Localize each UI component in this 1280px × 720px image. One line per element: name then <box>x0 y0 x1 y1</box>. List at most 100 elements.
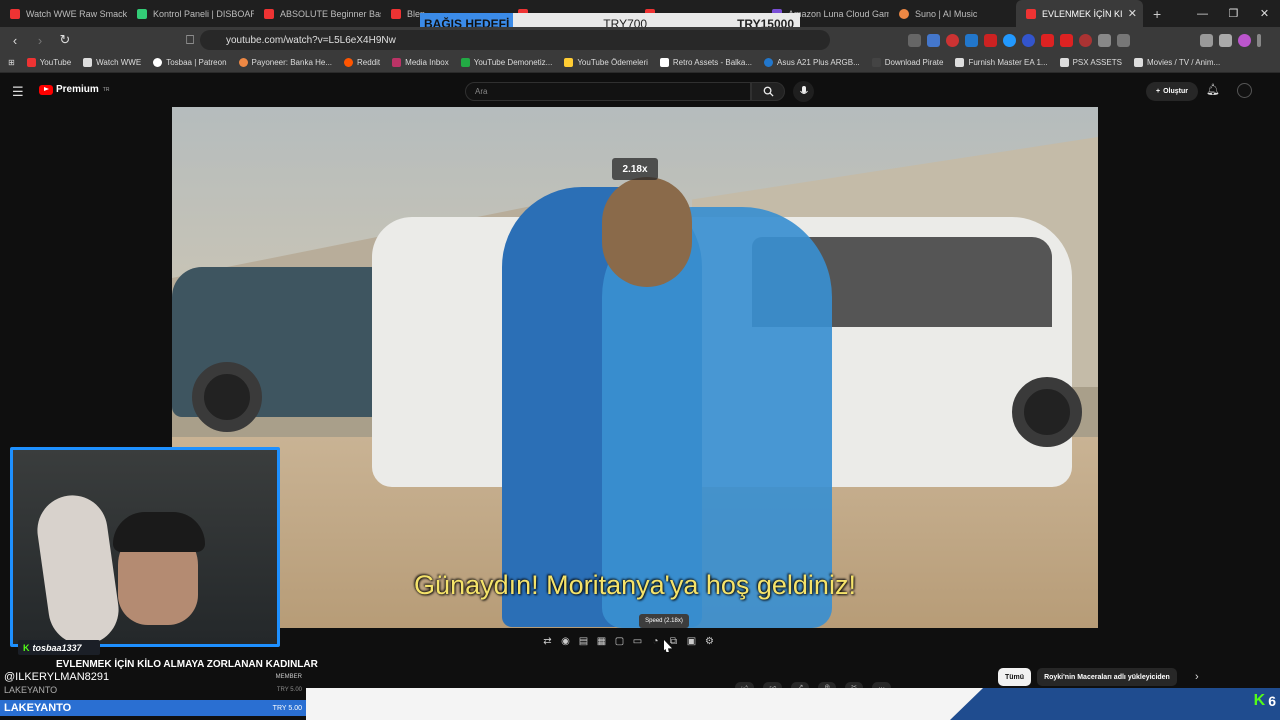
browser-tab-active[interactable]: EVLENMEK İÇİN KI ✕ <box>1016 0 1143 27</box>
search-input[interactable]: Ara <box>465 82 751 101</box>
bookmark-item[interactable]: Retro Assets - Balka... <box>659 58 752 67</box>
browser-tab[interactable]: Kontrol Paneli | DISBOARD <box>127 0 254 27</box>
video-player[interactable] <box>172 107 1098 628</box>
profile-icon[interactable] <box>1238 33 1251 47</box>
bookmark-item[interactable]: Tosbaa | Patreon <box>153 58 227 67</box>
chat-amount: TRY 5.00 <box>276 686 302 693</box>
kick-logo-icon: K <box>23 642 30 653</box>
folder-icon <box>1059 58 1069 67</box>
apps-grid-icon[interactable]: ⊞ <box>8 58 15 67</box>
bookmark-favicon-icon <box>1133 58 1143 67</box>
tab-favicon-icon <box>1026 8 1036 19</box>
tab-favicon-icon <box>137 8 147 19</box>
bookmark-favicon-icon <box>460 58 470 67</box>
plus-icon: + <box>1156 88 1161 95</box>
window-controls: — ❐ ✕ <box>1187 0 1280 27</box>
chat-user: @ILKERYLMAN8291 <box>4 671 110 683</box>
clapperboard-icon[interactable]: ▦ <box>595 635 608 648</box>
maximize-icon[interactable]: ❐ <box>1218 0 1249 27</box>
bookmark-item[interactable]: Download Pirate <box>871 58 943 67</box>
create-button[interactable]: + Oluştur <box>1146 82 1198 101</box>
audio-icon[interactable]: ◉ <box>559 635 572 648</box>
browser-tab[interactable]: Suno | AI Music <box>889 0 1016 27</box>
screenshot-camera-icon[interactable]: ▣ <box>685 635 698 648</box>
hamburger-menu-icon[interactable]: ☰ <box>12 84 24 100</box>
sidebar-icon[interactable] <box>1219 33 1232 47</box>
bookmark-item[interactable]: Media Inbox <box>392 58 449 67</box>
extension-icon[interactable] <box>1079 33 1092 47</box>
bookmarks-bar: ⊞ YouTube Watch WWE Tosbaa | Patreon Pay… <box>0 53 1280 73</box>
menu-icon[interactable] <box>1257 33 1261 47</box>
player-extension-toolbar: ⇄ ◉ ▤ ▦ ▢ ▭ ◔ ⧉ ▣ ⚙ <box>537 632 733 650</box>
bookmark-favicon-icon <box>955 58 965 67</box>
bookmark-favicon-icon <box>26 58 36 67</box>
extension-icon[interactable] <box>1003 33 1016 47</box>
bookmark-item[interactable]: Reddit <box>344 58 380 67</box>
bookmark-item[interactable]: Furnish Master EA 1... <box>955 58 1048 67</box>
notifications-bell-icon[interactable]: 🔔︎ <box>1206 83 1220 96</box>
minimize-icon[interactable]: — <box>1187 0 1218 27</box>
close-window-icon[interactable]: ✕ <box>1249 0 1280 27</box>
chat-badge: MEMBER <box>275 674 302 680</box>
bookmark-item[interactable]: YouTube <box>26 58 71 67</box>
bookmark-item[interactable]: Watch WWE <box>83 58 141 67</box>
url-text: youtube.com/watch?v=L5L6eX4H9Nw <box>226 34 396 46</box>
bookmark-folder[interactable]: PSX ASSETS <box>1059 58 1122 67</box>
webcam-streamer-hair <box>113 512 205 552</box>
extension-icon[interactable] <box>965 33 978 47</box>
browser-tab[interactable]: ABSOLUTE Beginner Basic <box>254 0 381 27</box>
tab-favicon-icon <box>10 8 20 19</box>
extension-icon[interactable] <box>927 33 940 47</box>
frame-icon[interactable]: ▢ <box>613 635 626 648</box>
extension-icon[interactable] <box>908 33 921 47</box>
kick-logo-icon: K <box>1253 692 1266 709</box>
extension-icon[interactable] <box>1041 33 1054 47</box>
forward-icon[interactable]: › <box>30 30 50 50</box>
extension-icon[interactable] <box>984 33 997 47</box>
chat-message-highlight: LAKEYANTO TRY 5.00 <box>0 700 306 716</box>
extension-icon[interactable] <box>1022 33 1035 47</box>
extension-icon[interactable] <box>1060 33 1073 47</box>
media-icon[interactable] <box>1200 33 1213 47</box>
settings-gear-icon[interactable]: ⚙ <box>703 635 716 648</box>
playlist-icon[interactable]: ▤ <box>577 635 590 648</box>
stream-footer-accent <box>950 688 1280 720</box>
extension-icon[interactable] <box>1117 33 1130 47</box>
theater-icon[interactable]: ▭ <box>631 635 644 648</box>
bookmark-item[interactable]: Payoneer: Banka He... <box>238 58 332 67</box>
close-tab-icon[interactable]: ✕ <box>1128 7 1137 20</box>
bookmark-item[interactable]: Movies / TV / Anim... <box>1133 58 1220 67</box>
bookmark-favicon-icon <box>153 58 163 67</box>
tab-favicon-icon <box>391 8 401 19</box>
reload-icon[interactable]: ↻ <box>55 30 75 50</box>
chat-user: LAKEYANTO <box>4 702 72 714</box>
viewer-count: K6 <box>1253 692 1276 709</box>
search-button[interactable] <box>751 82 785 101</box>
bookmark-favicon-icon <box>564 58 574 67</box>
toolbar-right <box>1200 27 1261 53</box>
extensions-area <box>908 27 1130 53</box>
loop-icon[interactable]: ⇄ <box>541 635 554 648</box>
speed-gauge-icon[interactable]: ◔ <box>649 635 662 648</box>
chat-user: LAKEYANTO <box>4 684 58 695</box>
extensions-puzzle-icon[interactable] <box>1098 33 1111 47</box>
account-avatar[interactable] <box>1237 83 1252 98</box>
browser-tab[interactable]: Watch WWE Raw SmackD <box>0 0 127 27</box>
bookmark-item[interactable]: YouTube Demonetiz... <box>460 58 552 67</box>
youtube-logo[interactable]: Premium TR <box>39 84 109 95</box>
chip-all[interactable]: Tümü <box>998 668 1032 686</box>
extension-icon[interactable] <box>946 33 959 47</box>
bookmark-icon[interactable]: ⎕ <box>180 30 200 50</box>
back-icon[interactable]: ‹ <box>5 30 25 50</box>
video-frame-person-head <box>602 177 692 287</box>
bookmark-favicon-icon <box>392 58 402 67</box>
chevron-right-icon[interactable]: › <box>1195 671 1199 683</box>
chip-from-uploader[interactable]: Royki'nin Maceraları adlı yükleyiciden <box>1037 668 1177 686</box>
bookmark-item[interactable]: YouTube Ödemeleri <box>564 58 648 67</box>
bookmark-favicon-icon <box>871 58 881 67</box>
tab-favicon-icon <box>264 8 274 19</box>
voice-search-button[interactable] <box>793 81 814 102</box>
url-field[interactable]: youtube.com/watch?v=L5L6eX4H9Nw <box>200 30 830 50</box>
bookmark-item[interactable]: Asus A21 Plus ARGB... <box>764 58 860 67</box>
new-tab-button[interactable]: + <box>1143 6 1171 22</box>
